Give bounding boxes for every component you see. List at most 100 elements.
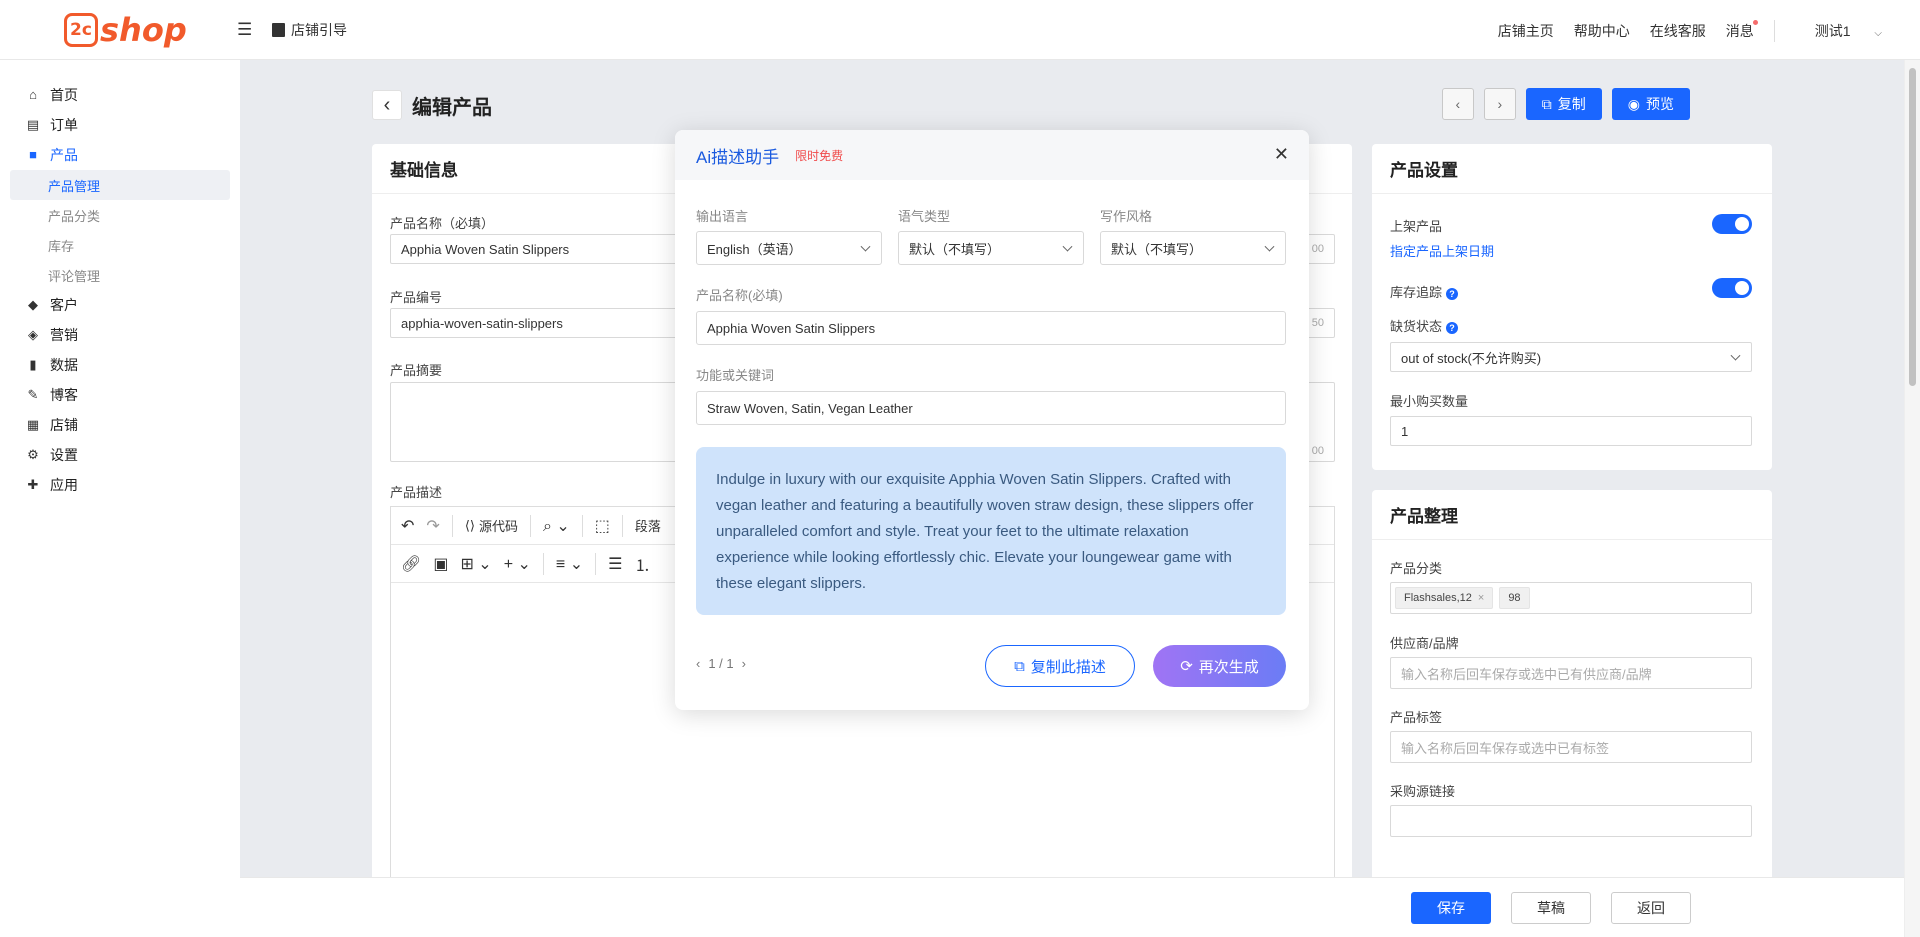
user-menu[interactable]: 测试1 ⌵ — [1795, 21, 1882, 41]
sidebar-item-settings[interactable]: ⚙ 设置 — [0, 440, 240, 470]
sidebar-item-inventory[interactable]: 库存 — [0, 230, 240, 260]
scrollbar-thumb[interactable] — [1909, 68, 1916, 386]
source-link-label: 采购源链接 — [1390, 784, 1456, 799]
select-all-icon[interactable]: ⬚ — [595, 516, 610, 536]
stock-status-label: 缺货状态? — [1390, 316, 1459, 335]
sidebar-item-customers[interactable]: ◆ 客户 — [0, 290, 240, 320]
category-tag: 98 — [1499, 587, 1530, 609]
save-button[interactable]: 保存 — [1411, 892, 1491, 924]
copy-label: 复制 — [1557, 96, 1586, 112]
chevron-right-icon[interactable]: › — [742, 656, 746, 671]
find-replace-icon[interactable]: ⌕ ⌄ — [543, 516, 570, 536]
store-home-link[interactable]: 店铺主页 — [1498, 21, 1554, 41]
store-guide-link[interactable]: 店铺引导 — [272, 20, 347, 40]
ai-product-name-input[interactable]: Apphia Woven Satin Slippers — [696, 311, 1286, 345]
language-select[interactable]: English（英语） — [696, 231, 882, 265]
sidebar-item-store[interactable]: ▦ 店铺 — [0, 410, 240, 440]
sidebar-item-products[interactable]: ■ 产品 — [0, 140, 240, 170]
gear-icon: ⚙ — [27, 447, 39, 462]
source-link-input[interactable] — [1390, 805, 1752, 837]
chevron-left-icon[interactable]: ‹ — [696, 656, 700, 671]
source-code-button[interactable]: ⟨⟩ 源代码 — [465, 516, 518, 535]
category-tag: Flashsales,12 × — [1395, 587, 1494, 609]
sidebar: ⌂ 首页 ▤ 订单 ■ 产品 产品管理 产品分类 库存 评论管理 ◆ 客户 ◈ 营销 ▮ 数… — [0, 60, 240, 937]
online-service-link[interactable]: 在线客服 — [1650, 21, 1706, 41]
stock-status-select[interactable]: out of stock(不允许购买) — [1390, 342, 1752, 372]
page-scrollbar[interactable] — [1904, 60, 1920, 937]
tone-select[interactable]: 默认（不填写） — [898, 231, 1084, 265]
undo-icon[interactable]: ↶ — [401, 516, 414, 536]
style-select[interactable]: 默认（不填写） — [1100, 231, 1286, 265]
sidebar-item-analytics[interactable]: ▮ 数据 — [0, 350, 240, 380]
product-settings-card: 产品设置 上架产品 指定产品上架日期 库存追踪? 缺货状态? out of st… — [1372, 144, 1772, 470]
page-title: 编辑产品 — [412, 96, 492, 119]
preview-button[interactable]: ◉ 预览 — [1611, 88, 1690, 120]
char-count: 00 — [1311, 445, 1324, 457]
logo[interactable]: 2c shop — [64, 8, 187, 52]
store-icon: ▦ — [26, 417, 40, 432]
menu-toggle-icon[interactable]: ☰ — [237, 20, 252, 40]
tags-input[interactable]: 输入名称后回车保存或选中已有标签 — [1390, 731, 1752, 763]
close-icon[interactable]: ✕ — [1274, 144, 1289, 165]
sidebar-item-reviews[interactable]: 评论管理 — [0, 260, 240, 290]
insert-icon[interactable]: + ⌄ — [504, 554, 531, 574]
align-icon[interactable]: ≡ ⌄ — [556, 554, 583, 574]
prev-product-button[interactable]: ‹ — [1441, 88, 1474, 120]
draft-button[interactable]: 草稿 — [1511, 892, 1591, 924]
inventory-tracking-toggle[interactable] — [1712, 278, 1752, 298]
keywords-value: Straw Woven, Satin, Vegan Leather — [707, 400, 913, 416]
divider — [621, 514, 623, 537]
sidebar-item-label: 客户 — [50, 297, 78, 313]
page-header: ‹ 编辑产品 — [372, 90, 492, 120]
next-product-button[interactable]: › — [1483, 88, 1516, 120]
table-icon[interactable]: ⊞ ⌄ — [460, 554, 491, 574]
sidebar-item-product-management[interactable]: 产品管理 — [10, 170, 230, 200]
sidebar-item-blog[interactable]: ✎ 博客 — [0, 380, 240, 410]
product-organize-card: 产品整理 产品分类 Flashsales,12 × 98 供应商/品牌 输入名称后… — [1372, 490, 1772, 917]
help-icon[interactable]: ? — [1446, 288, 1459, 300]
publish-toggle[interactable] — [1712, 214, 1752, 234]
tone-value: 默认（不填写） — [909, 241, 1001, 257]
stock-status-value: out of stock(不允许购买) — [1401, 350, 1542, 366]
vendor-input[interactable]: 输入名称后回车保存或选中已有供应商/品牌 — [1390, 657, 1752, 689]
paragraph-format-select[interactable]: 段落 — [635, 516, 661, 535]
help-icon[interactable]: ? — [1446, 322, 1459, 334]
sidebar-item-home[interactable]: ⌂ 首页 — [0, 80, 240, 110]
tags-label: 产品标签 — [1390, 710, 1443, 725]
schedule-link[interactable]: 指定产品上架日期 — [1390, 241, 1494, 260]
regenerate-button[interactable]: ⟳ 再次生成 — [1153, 645, 1286, 687]
min-qty-input[interactable]: 1 — [1390, 416, 1752, 446]
help-center-link[interactable]: 帮助中心 — [1574, 21, 1630, 41]
back-icon[interactable]: ‹ — [372, 90, 402, 120]
sidebar-item-marketing[interactable]: ◈ 营销 — [0, 320, 240, 350]
divider — [1773, 20, 1775, 42]
bar-chart-icon: ▮ — [29, 357, 37, 372]
image-icon[interactable]: ▣ — [433, 554, 448, 574]
sidebar-item-label: 应用 — [50, 477, 78, 493]
copy-icon: ⧉ — [1541, 95, 1552, 112]
ai-product-name-value: Apphia Woven Satin Slippers — [707, 320, 876, 336]
sidebar-item-orders[interactable]: ▤ 订单 — [0, 110, 240, 140]
divider — [529, 514, 531, 537]
bullet-list-icon[interactable]: ☰ — [608, 554, 622, 574]
redo-icon[interactable]: ↷ — [426, 516, 439, 536]
home-icon: ⌂ — [29, 87, 37, 102]
footer-bar: 保存 草稿 返回 — [240, 877, 1904, 937]
sidebar-item-apps[interactable]: ✚ 应用 — [0, 470, 240, 500]
back-button[interactable]: 返回 — [1611, 892, 1691, 924]
tag-icon: ◈ — [28, 327, 38, 342]
ai-description-modal: Ai描述助手 限时免费 ✕ 输出语言 English（英语） 语气类型 默认（不… — [675, 130, 1309, 710]
category-label: 产品分类 — [1390, 561, 1443, 576]
copy-button[interactable]: ⧉ 复制 — [1525, 88, 1602, 120]
copy-description-button[interactable]: ⧉ 复制此描述 — [985, 645, 1135, 687]
code-icon: ⟨⟩ — [464, 517, 475, 533]
close-icon[interactable]: × — [1478, 592, 1484, 604]
category-input[interactable]: Flashsales,12 × 98 — [1390, 582, 1752, 614]
keywords-input[interactable]: Straw Woven, Satin, Vegan Leather — [696, 391, 1286, 425]
messages-link[interactable]: 消息 — [1726, 20, 1758, 41]
language-value: English（英语） — [707, 241, 802, 257]
link-icon[interactable]: 🔗︎ — [401, 554, 421, 574]
numbered-list-icon[interactable]: ⒈ — [634, 552, 650, 576]
inventory-tracking-text: 库存追踪 — [1390, 285, 1443, 300]
sidebar-item-product-categories[interactable]: 产品分类 — [0, 200, 240, 230]
